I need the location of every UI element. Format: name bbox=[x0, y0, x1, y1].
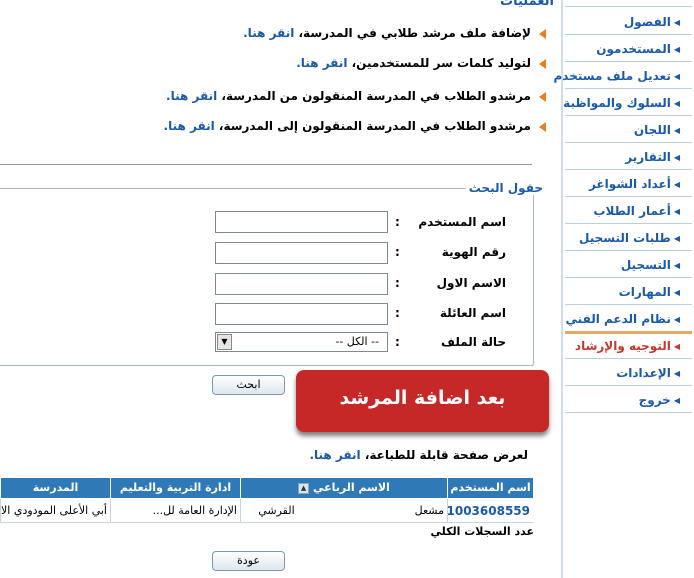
annotation-banner: بعد اضافة المرشد bbox=[296, 370, 549, 432]
divider bbox=[565, 277, 692, 278]
bullet-arrow-icon bbox=[539, 91, 546, 102]
cell-directorate: الإدارة العامة لل... bbox=[110, 499, 240, 523]
username-input[interactable] bbox=[215, 211, 388, 233]
sidebar-item-student-ages[interactable]: ◀أعمار الطلاب bbox=[593, 204, 680, 218]
dropdown-arrow-icon[interactable]: ▼ bbox=[217, 334, 232, 350]
column-username[interactable]: اسم المستخدم bbox=[447, 478, 533, 498]
divider bbox=[565, 304, 692, 305]
id-number-input[interactable] bbox=[215, 242, 388, 264]
file-status-label: حالة الملف bbox=[441, 335, 506, 349]
transferred-to-link[interactable]: انقر هنا. bbox=[164, 119, 215, 133]
file-status-select[interactable]: -- الكل -- ▼ bbox=[215, 332, 388, 352]
chevron-left-icon: ◀ bbox=[673, 288, 680, 297]
cell-full-name: مشعلالقرشي bbox=[240, 499, 447, 523]
divider bbox=[565, 61, 692, 62]
colon: : bbox=[395, 215, 400, 229]
first-name-input[interactable] bbox=[215, 273, 388, 295]
sidebar-item-settings[interactable]: ◀الإعدادات bbox=[616, 366, 680, 380]
username-link[interactable]: 1003608559 bbox=[448, 504, 530, 518]
add-counselor-link[interactable]: انقر هنا. bbox=[243, 26, 294, 40]
total-records-label: عدد السجلات الكلي bbox=[430, 525, 534, 538]
active-indicator bbox=[565, 331, 692, 334]
bullet-arrow-icon bbox=[539, 28, 546, 39]
divider bbox=[565, 142, 692, 143]
family-name-input[interactable] bbox=[215, 303, 388, 325]
chevron-left-icon: ◀ bbox=[673, 261, 680, 270]
chevron-left-icon: ◀ bbox=[673, 72, 680, 81]
sidebar-item-guidance[interactable]: ◀التوجيه والإرشاد bbox=[575, 339, 680, 353]
divider bbox=[565, 358, 692, 359]
chevron-left-icon: ◀ bbox=[673, 126, 680, 135]
generate-passwords-link[interactable]: انقر هنا. bbox=[296, 56, 347, 70]
main-content: العمليات لإضافة ملف مرشد طلابي في المدرس… bbox=[0, 0, 560, 578]
divider bbox=[565, 412, 692, 413]
sidebar-item-reports[interactable]: ◀التقارير bbox=[625, 150, 680, 164]
cell-username: 1003608559 bbox=[447, 499, 533, 523]
bullet-arrow-icon bbox=[539, 121, 546, 132]
sort-icon[interactable]: ▲ bbox=[298, 482, 310, 494]
sidebar-separator bbox=[561, 0, 563, 578]
column-directorate[interactable]: ادارة التربية والتعليم bbox=[110, 478, 240, 498]
chevron-left-icon: ◀ bbox=[673, 45, 680, 54]
first-name-label: الاسم الاول bbox=[436, 276, 506, 290]
sidebar-item-behavior[interactable]: ◀السلوك والمواظبة bbox=[563, 96, 680, 110]
colon: : bbox=[395, 306, 400, 320]
print-row: لعرض صفحة قابلة للطباعة، انقر هنا. bbox=[309, 448, 528, 462]
operation-transferred-from: مرشدو الطلاب في المدرسة المنقولون من الم… bbox=[166, 89, 546, 103]
column-school[interactable]: المدرسة bbox=[0, 478, 110, 498]
colon: : bbox=[395, 276, 400, 290]
divider bbox=[565, 385, 692, 386]
sidebar-item-users[interactable]: ◀المستخدمون bbox=[596, 42, 680, 56]
divider bbox=[565, 115, 692, 116]
sidebar-item-vacancies[interactable]: ◀أعداد الشواغر bbox=[589, 177, 680, 191]
back-button[interactable]: عودة bbox=[212, 551, 285, 571]
operation-transferred-to: مرشدو الطلاب في المدرسة المنقولون إلى ال… bbox=[164, 119, 546, 133]
divider bbox=[565, 169, 692, 170]
chevron-left-icon: ◀ bbox=[673, 315, 680, 324]
column-full-name[interactable]: الاسم الرباعي ▲ bbox=[240, 478, 447, 498]
operations-title: العمليات bbox=[500, 0, 554, 9]
divider bbox=[0, 164, 532, 165]
sidebar-item-logout[interactable]: ◀خروج bbox=[639, 393, 680, 407]
divider bbox=[565, 223, 692, 224]
chevron-left-icon: ◀ bbox=[673, 207, 680, 216]
sidebar-item-committees[interactable]: ◀اللجان bbox=[634, 123, 680, 137]
chevron-left-icon: ◀ bbox=[673, 342, 680, 351]
sidebar: ◀الفصول ◀المستخدمون ◀تعديل ملف مستخدم ◀ا… bbox=[554, 0, 694, 578]
divider bbox=[565, 34, 692, 35]
sidebar-item-registration-requests[interactable]: ◀طلبات التسجيل bbox=[579, 231, 680, 245]
colon: : bbox=[395, 335, 400, 349]
family-name-label: اسم العائلة bbox=[439, 306, 506, 320]
print-link[interactable]: انقر هنا. bbox=[309, 448, 360, 462]
sidebar-item-edit-user[interactable]: ◀تعديل ملف مستخدم bbox=[554, 69, 680, 83]
chevron-left-icon: ◀ bbox=[673, 153, 680, 162]
chevron-left-icon: ◀ bbox=[673, 234, 680, 243]
colon: : bbox=[395, 245, 400, 259]
operation-generate-passwords: لتوليد كلمات سر للمستخدمين، انقر هنا. bbox=[296, 56, 546, 70]
sidebar-item-tech-support[interactable]: ◀نظام الدعم الفني bbox=[566, 312, 680, 326]
divider bbox=[565, 250, 692, 251]
chevron-left-icon: ◀ bbox=[673, 369, 680, 378]
cell-school: أبي الأعلى المودودي الابتد bbox=[0, 499, 110, 523]
chevron-left-icon: ◀ bbox=[673, 99, 680, 108]
divider bbox=[565, 196, 692, 197]
search-button[interactable]: ابحث bbox=[212, 375, 285, 395]
sidebar-item-skills[interactable]: ◀المهارات bbox=[619, 285, 680, 299]
file-status-value: -- الكل -- bbox=[335, 335, 379, 348]
chevron-left-icon: ◀ bbox=[673, 396, 680, 405]
username-label: اسم المستخدم bbox=[418, 215, 506, 229]
divider bbox=[565, 6, 692, 7]
search-legend: حقول البحث bbox=[465, 181, 546, 195]
transferred-from-link[interactable]: انقر هنا. bbox=[166, 89, 217, 103]
chevron-left-icon: ◀ bbox=[673, 180, 680, 189]
divider bbox=[565, 88, 692, 89]
chevron-left-icon: ◀ bbox=[673, 18, 680, 27]
operation-add-counselor: لإضافة ملف مرشد طلابي في المدرسة، انقر ه… bbox=[243, 26, 546, 40]
sidebar-item-registration[interactable]: ◀التسجيل bbox=[621, 258, 680, 272]
sidebar-item-classes[interactable]: ◀الفصول bbox=[624, 15, 680, 29]
id-number-label: رقم الهوية bbox=[441, 245, 506, 259]
bullet-arrow-icon bbox=[539, 58, 546, 69]
